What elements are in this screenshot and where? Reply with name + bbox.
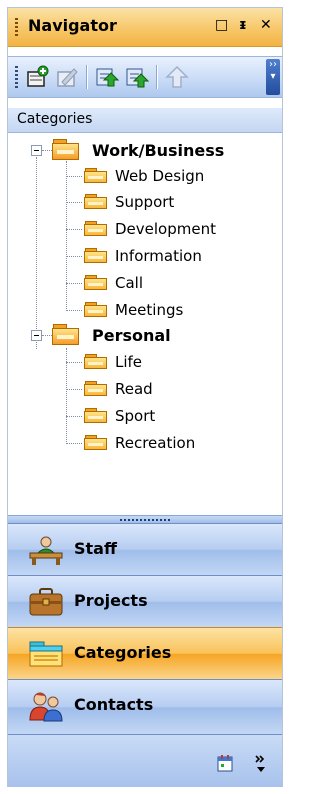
toolbar-separator (156, 65, 157, 89)
tree-item-read[interactable]: Read (84, 377, 153, 401)
tree-connector (66, 443, 82, 444)
tree-connector (66, 176, 82, 177)
category-folder-icon (52, 324, 80, 346)
tree-connector (66, 310, 82, 311)
category-icon (84, 194, 108, 210)
tree-connector (42, 150, 52, 151)
category-folder-icon (52, 139, 80, 161)
close-button[interactable]: ✕ (260, 17, 272, 33)
tree-root-label: Personal (92, 325, 171, 345)
tree-item-label: Call (115, 274, 144, 292)
tree-item-label: Life (115, 353, 143, 371)
category-tree[interactable]: Work/Business Web Design Support Develop… (8, 133, 282, 515)
tree-item-label: Recreation (115, 434, 196, 452)
tree-item-sport[interactable]: Sport (84, 404, 155, 428)
level-up-icon[interactable] (164, 64, 190, 90)
calendar-icon[interactable] (217, 754, 233, 772)
title-bar[interactable]: Navigator □ ᵻ ✕ (8, 8, 282, 47)
tree-item-life[interactable]: Life (84, 350, 142, 374)
tree-item-label: Development (115, 220, 216, 238)
restore-button[interactable]: □ (215, 17, 228, 33)
tree-connector (66, 362, 82, 363)
categories-icon (29, 641, 63, 667)
tree-root-work-business[interactable]: Work/Business (52, 138, 224, 162)
tree-connector (42, 335, 52, 336)
configure-buttons-icon[interactable] (255, 754, 267, 774)
new-category-icon[interactable] (24, 64, 50, 90)
pin-button[interactable]: ᵻ (239, 17, 247, 33)
window-title: Navigator (28, 16, 117, 35)
tree-item-label: Sport (115, 407, 156, 425)
tree-connector (66, 161, 67, 311)
nav-overflow-bar (8, 734, 282, 787)
category-icon (84, 248, 108, 264)
tree-item-support[interactable]: Support (84, 190, 174, 214)
panel-header: Categories (8, 108, 282, 133)
briefcase-icon (29, 588, 63, 616)
category-icon (84, 435, 108, 451)
move-up-icon[interactable] (124, 64, 150, 90)
tree-item-recreation[interactable]: Recreation (84, 431, 195, 455)
panel-header-label: Categories (17, 111, 93, 127)
category-icon (84, 168, 108, 184)
nav-button-label: Categories (74, 643, 172, 662)
nav-button-staff[interactable]: Staff (8, 523, 282, 575)
nav-button-label: Projects (74, 591, 148, 610)
desk-icon (29, 536, 63, 565)
nav-button-label: Contacts (74, 695, 154, 714)
tree-item-call[interactable]: Call (84, 271, 143, 295)
tree-connector (66, 416, 82, 417)
toolbar-overflow-button[interactable]: ›› ▾ (266, 59, 280, 95)
nav-button-label: Staff (74, 539, 117, 558)
category-icon (84, 408, 108, 424)
toolbar-separator (86, 65, 87, 89)
tree-connector (66, 229, 82, 230)
tree-connector (66, 283, 82, 284)
tree-connector (36, 157, 37, 349)
tree-item-label: Support (115, 193, 175, 211)
category-icon (84, 221, 108, 237)
nav-button-contacts[interactable]: Contacts (8, 679, 282, 734)
tree-item-label: Information (115, 247, 202, 265)
tree-item-meetings[interactable]: Meetings (84, 298, 183, 322)
tree-connector (66, 202, 82, 203)
category-icon (84, 275, 108, 291)
collapse-toggle[interactable] (31, 145, 42, 156)
toolbar: ›› ▾ (8, 56, 282, 98)
category-icon (84, 354, 108, 370)
navigator-panel: Navigator □ ᵻ ✕ ›› ▾ Categories Work/Bus… (7, 7, 283, 787)
tree-item-web-design[interactable]: Web Design (84, 164, 204, 188)
nav-button-projects[interactable]: Projects (8, 575, 282, 627)
category-icon (84, 302, 108, 318)
tree-connector (66, 389, 82, 390)
category-icon (84, 381, 108, 397)
tree-item-label: Read (115, 380, 153, 398)
edit-category-icon[interactable] (54, 64, 80, 90)
tree-root-label: Work/Business (92, 140, 225, 160)
tree-item-label: Web Design (115, 167, 205, 185)
title-grip[interactable] (15, 18, 18, 36)
collapse-toggle[interactable] (31, 330, 42, 341)
tree-item-label: Meetings (115, 301, 184, 319)
tree-item-development[interactable]: Development (84, 217, 216, 241)
tree-root-personal[interactable]: Personal (52, 323, 171, 347)
tree-connector (66, 256, 82, 257)
tree-item-information[interactable]: Information (84, 244, 202, 268)
contacts-icon (29, 692, 63, 722)
move-down-icon[interactable] (94, 64, 120, 90)
toolbar-grip[interactable] (15, 66, 18, 88)
nav-button-categories[interactable]: Categories (8, 627, 282, 679)
